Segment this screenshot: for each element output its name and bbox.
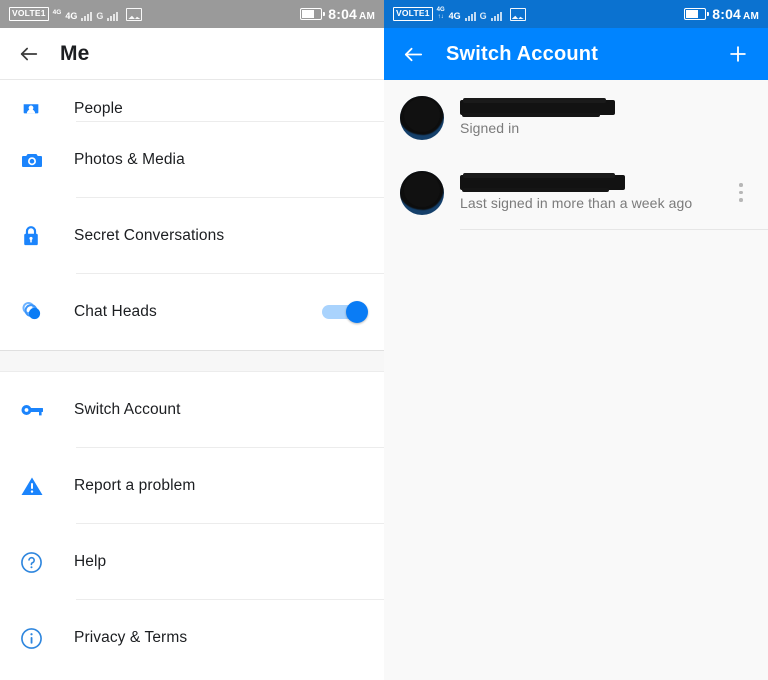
avatar-redaction-inner bbox=[404, 172, 440, 207]
right-header: Switch Account bbox=[384, 28, 768, 80]
settings-row-report-problem[interactable]: Report a problem bbox=[0, 448, 384, 524]
network-label: 4G bbox=[448, 11, 461, 21]
people-icon bbox=[14, 96, 60, 118]
account-status: Last signed in more than a week ago bbox=[460, 194, 693, 211]
account-text-2: Last signed in more than a week ago bbox=[460, 172, 728, 211]
overflow-menu-icon[interactable] bbox=[728, 173, 754, 213]
avatar bbox=[400, 170, 444, 215]
settings-row-help[interactable]: Help bbox=[0, 524, 384, 600]
clock-ampm: AM bbox=[743, 11, 759, 22]
chat-heads-toggle[interactable] bbox=[322, 301, 368, 323]
settings-row-photos-media[interactable]: Photos & Media bbox=[0, 122, 384, 198]
settings-label-chat-heads: Chat Heads bbox=[74, 303, 157, 320]
image-icon bbox=[126, 8, 143, 21]
battery-icon bbox=[300, 8, 326, 20]
clock-time: 8:04 bbox=[328, 6, 358, 22]
camera-icon bbox=[14, 148, 60, 172]
right-screen-switch-account: VOLTE1 4G↑↓ 4G G 8:04AM Switch Account bbox=[384, 0, 768, 680]
settings-label-secret-conversations: Secret Conversations bbox=[74, 227, 225, 244]
settings-label-report-problem: Report a problem bbox=[74, 477, 196, 494]
back-arrow-icon[interactable] bbox=[14, 39, 44, 69]
status-bar-right-indicators: 8:04 AM bbox=[300, 6, 375, 22]
settings-row-people[interactable]: People bbox=[0, 80, 384, 122]
left-header: Me bbox=[0, 28, 384, 80]
page-title: Me bbox=[60, 41, 90, 65]
settings-row-chat-heads[interactable]: Chat Heads bbox=[0, 274, 384, 350]
info-circle-icon bbox=[14, 627, 60, 650]
volte-badge: VOLTE1 bbox=[393, 7, 433, 21]
avatar-redaction-inner bbox=[404, 97, 440, 132]
account-name-redacted bbox=[460, 97, 615, 117]
settings-label-switch-account: Switch Account bbox=[74, 401, 181, 418]
status-bar-left-indicators: VOLTE1 4G 4G G bbox=[9, 7, 143, 21]
warning-triangle-icon bbox=[14, 475, 60, 497]
toggle-thumb bbox=[346, 301, 368, 323]
section-divider bbox=[0, 350, 384, 372]
network-label: 4G bbox=[65, 11, 78, 21]
settings-label-people: People bbox=[74, 100, 123, 117]
image-icon bbox=[509, 8, 526, 21]
settings-label-privacy-terms: Privacy & Terms bbox=[74, 629, 188, 646]
row-divider bbox=[460, 229, 768, 230]
status-bar-left-indicators-right: VOLTE1 4G ↑↓ 4G G bbox=[393, 7, 526, 21]
account-text-1: Signed in bbox=[460, 97, 754, 136]
signal-bars-icon-secondary bbox=[490, 10, 502, 21]
signal-bars-icon-secondary bbox=[107, 10, 119, 21]
battery-icon bbox=[684, 8, 710, 20]
network-label-secondary: G bbox=[479, 11, 487, 21]
lock-icon bbox=[14, 224, 60, 248]
settings-list: People Photos & Media Secret Conversatio… bbox=[0, 80, 384, 676]
clock-time: 8:04 bbox=[712, 6, 742, 22]
account-status: Signed in bbox=[460, 119, 520, 136]
back-arrow-icon[interactable] bbox=[398, 39, 428, 69]
account-name-redacted bbox=[460, 172, 625, 192]
settings-row-switch-account[interactable]: Switch Account bbox=[0, 372, 384, 448]
help-circle-icon bbox=[14, 551, 60, 574]
account-list: Signed in Last signed in more than a wee… bbox=[384, 80, 768, 230]
left-screen-settings: VOLTE1 4G 4G G 8:04 AM Me People Photos … bbox=[0, 0, 384, 680]
volte-badge: VOLTE1 bbox=[9, 7, 49, 21]
signal-bars-icon bbox=[81, 10, 93, 21]
avatar bbox=[400, 95, 444, 140]
status-bar-left: VOLTE1 4G 4G G 8:04 AM bbox=[0, 0, 384, 28]
signal-bars-icon bbox=[464, 10, 476, 21]
chat-heads-icon bbox=[14, 300, 60, 324]
settings-label-photos-media: Photos & Media bbox=[74, 151, 185, 168]
clock-ampm: AM bbox=[359, 11, 375, 22]
key-icon bbox=[14, 400, 60, 420]
settings-row-secret-conversations[interactable]: Secret Conversations bbox=[0, 198, 384, 274]
network-label-secondary: G bbox=[96, 11, 104, 21]
data-transfer-icon: 4G ↑↓ bbox=[436, 7, 445, 20]
status-bar-clock: 8:04 AM bbox=[328, 6, 375, 22]
page-title: Switch Account bbox=[446, 42, 599, 65]
plus-icon[interactable] bbox=[724, 40, 752, 68]
settings-row-privacy-terms[interactable]: Privacy & Terms bbox=[0, 600, 384, 676]
account-row-2[interactable]: Last signed in more than a week ago bbox=[384, 155, 768, 230]
dual-screenshot-container: VOLTE1 4G 4G G 8:04 AM Me People Photos … bbox=[0, 0, 768, 680]
status-bar-right-indicators: 8:04 AM bbox=[684, 6, 759, 22]
settings-label-help: Help bbox=[74, 553, 107, 570]
network-superscript: 4G bbox=[52, 9, 62, 16]
status-bar-right: VOLTE1 4G ↑↓ 4G G 8:04 AM bbox=[384, 0, 768, 28]
status-bar-clock: 8:04 AM bbox=[712, 6, 759, 22]
account-row-1[interactable]: Signed in bbox=[384, 80, 768, 155]
